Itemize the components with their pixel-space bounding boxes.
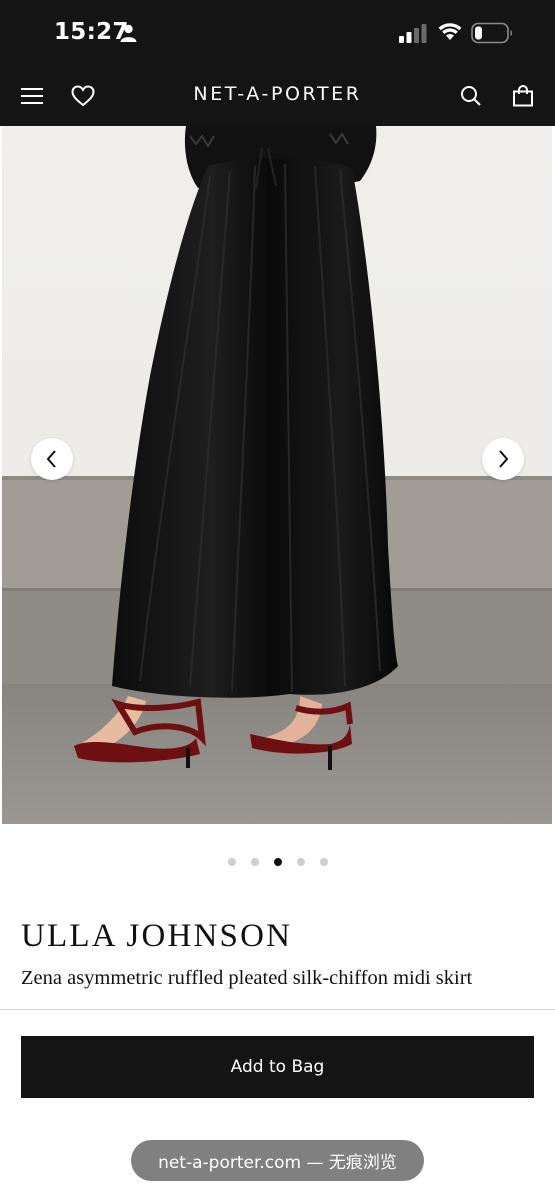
previous-image-button[interactable] [31, 438, 73, 480]
shopping-bag-icon [513, 85, 533, 107]
product-photo [0, 126, 555, 824]
person-icon [120, 24, 137, 42]
pagination-dot[interactable] [319, 858, 328, 866]
divider [0, 1009, 555, 1010]
battery-icon [471, 22, 512, 44]
designer-name[interactable]: ULLA JOHNSON [21, 918, 292, 955]
bag-button[interactable] [508, 81, 538, 111]
pagination-dot[interactable] [273, 858, 282, 866]
add-to-bag-button[interactable]: Add to Bag [21, 1036, 534, 1098]
pagination-dot[interactable] [296, 858, 305, 866]
pagination-dot[interactable] [227, 858, 236, 866]
product-title: Zena asymmetric ruffled pleated silk-chi… [21, 967, 473, 989]
chevron-right-icon [499, 450, 509, 468]
image-pagination [0, 858, 555, 870]
product-image[interactable] [0, 126, 555, 824]
search-icon [461, 86, 481, 106]
wifi-icon [438, 23, 462, 40]
pagination-dot[interactable] [250, 858, 259, 866]
site-header: NET-A-PORTER [0, 66, 555, 126]
chevron-left-icon [46, 450, 56, 468]
status-time: 15:27 [54, 19, 129, 45]
search-button[interactable] [456, 81, 486, 111]
status-bar: 15:27 [0, 0, 555, 66]
next-image-button[interactable] [482, 438, 524, 480]
cellular-signal-icon [399, 24, 427, 43]
browser-url-pill[interactable]: net-a-porter.com — 无痕浏览 [131, 1140, 424, 1181]
